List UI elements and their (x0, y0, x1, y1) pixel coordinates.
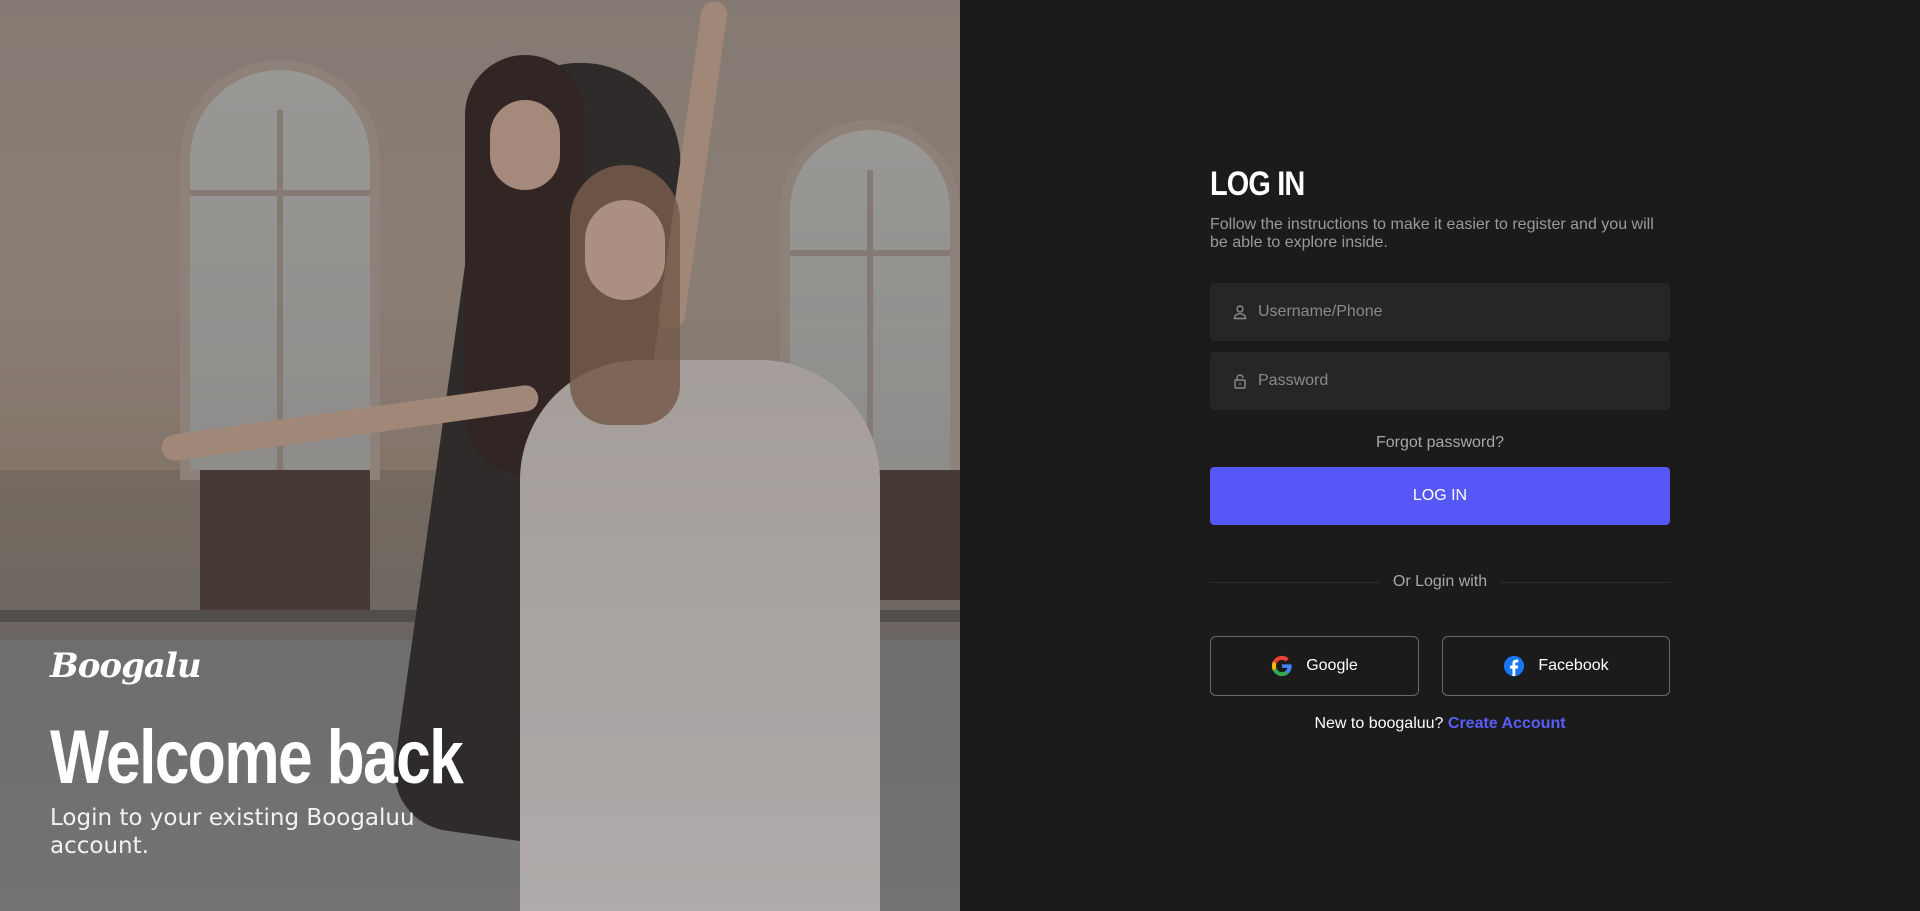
welcome-heading: Welcome back (50, 715, 464, 800)
facebook-label: Facebook (1538, 657, 1609, 674)
lock-icon (1232, 373, 1248, 389)
user-icon (1232, 304, 1248, 320)
divider-line-left (1210, 581, 1380, 583)
brand-logo: Boogalu (50, 638, 202, 694)
social-login-buttons: Google Facebook (1210, 636, 1670, 696)
facebook-icon (1503, 655, 1525, 677)
password-field[interactable] (1210, 352, 1670, 410)
login-description: Follow the instructions to make it easie… (1210, 216, 1654, 251)
signup-prompt: New to boogaluu? Create Account (1210, 715, 1670, 733)
login-button[interactable]: LOG IN (1210, 467, 1670, 525)
facebook-login-button[interactable]: Facebook (1442, 636, 1670, 696)
hero-panel: Boogalu Welcome back Login to your exist… (0, 0, 960, 911)
google-icon (1271, 655, 1293, 677)
google-label: Google (1306, 657, 1358, 674)
password-input[interactable] (1258, 372, 1638, 390)
divider-line-right (1500, 581, 1671, 583)
brand-logo-text: Boogalu (50, 646, 202, 686)
username-field[interactable] (1210, 283, 1670, 341)
divider-label: Or Login with (1392, 573, 1488, 590)
google-login-button[interactable]: Google (1210, 636, 1419, 696)
social-divider: Or Login with (1210, 573, 1671, 591)
login-page: Boogalu Welcome back Login to your exist… (0, 0, 1920, 911)
login-form: LOG IN Follow the instructions to make i… (1210, 162, 1671, 733)
username-input[interactable] (1258, 303, 1638, 321)
forgot-password-link[interactable]: Forgot password? (1210, 434, 1670, 452)
login-title: LOG IN (1210, 165, 1305, 203)
signup-prompt-text: New to boogaluu? (1314, 715, 1444, 732)
login-panel: LOG IN Follow the instructions to make i… (960, 0, 1920, 911)
welcome-subtitle: Login to your existing Boogaluu account. (50, 805, 415, 859)
create-account-link[interactable]: Create Account (1448, 715, 1566, 732)
